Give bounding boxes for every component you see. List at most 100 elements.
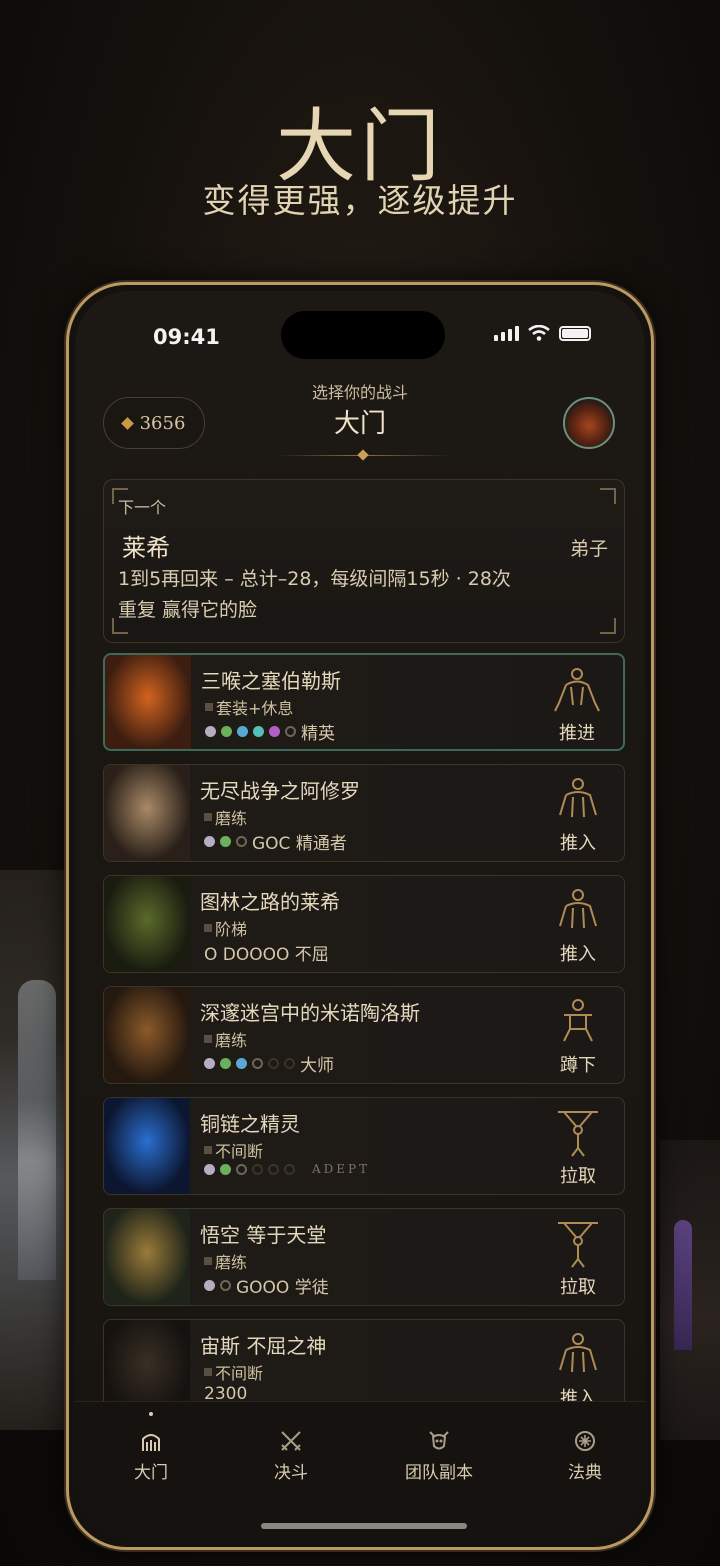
progress-gem-icon — [285, 726, 296, 737]
boss-rank-label: 精英 — [301, 724, 335, 744]
boss-tag: 不间断 — [204, 1138, 263, 1162]
progress-gem-icon — [236, 1058, 247, 1069]
boss-tag: 阶梯 — [204, 916, 247, 940]
tab-gate[interactable]: 大门 — [101, 1412, 201, 1483]
boss-tag-label: 阶梯 — [215, 920, 248, 939]
tag-icon — [204, 1368, 212, 1376]
tab-bar: 大门 决斗 团队副本 法典 — [75, 1401, 645, 1541]
boss-row[interactable]: 铜链之精灵 不间断 ADEPT 拉取 — [103, 1097, 625, 1195]
boss-name: 深邃迷宫中的米诺陶洛斯 — [200, 1001, 420, 1025]
boss-tag-label: 磨练 — [215, 1253, 248, 1272]
tab-label: 团队副本 — [405, 1463, 473, 1483]
title-ornament — [275, 449, 451, 463]
progress-gem-icon — [253, 726, 264, 737]
boss-rank-label: GOC 精通者 — [252, 834, 347, 854]
boss-row[interactable]: 深邃迷宫中的米诺陶洛斯磨练大师 蹲下 — [103, 986, 625, 1084]
boss-tag-label: 磨练 — [215, 1031, 248, 1050]
gate-icon — [101, 1426, 201, 1456]
tab-codex[interactable]: 法典 — [535, 1426, 635, 1483]
progress-gem-icon — [237, 726, 248, 737]
boss-action-label: 蹲下 — [560, 1055, 596, 1076]
boss-meta: O DOOOO 不屈 — [204, 940, 329, 965]
boss-portrait — [104, 1098, 190, 1194]
boss-list: 三喉之塞伯勒斯 套装+休息 精英 推进 无尽战争之阿修罗 磨练 GOC 精通者 推入 图林之路的… — [103, 653, 625, 1430]
progress-gem-icon — [284, 1163, 295, 1175]
progress-gem-icon — [204, 1058, 215, 1069]
status-icons — [494, 325, 591, 341]
boss-action-label: 推入 — [560, 944, 596, 965]
boss-name: 铜链之精灵 — [200, 1112, 300, 1136]
home-indicator — [261, 1523, 467, 1529]
boss-portrait — [104, 765, 190, 861]
next-description: 1到5再回来 – 总计–28，每级间隔15秒 · 28次重复 赢得它的脸 — [118, 568, 511, 621]
exercise-figure-icon — [552, 775, 604, 825]
progress-gem-icon — [268, 1163, 279, 1175]
progress-gem-icon — [252, 1163, 263, 1175]
progress-gem-icon — [269, 726, 280, 737]
selected-indicator — [149, 1412, 153, 1416]
next-boss-name: 莱希 — [122, 534, 170, 562]
progress-gem-icon — [205, 726, 216, 737]
boss-rank-label: 大师 — [300, 1056, 334, 1076]
battery-icon — [559, 325, 591, 341]
boss-tag: 不间断 — [204, 1360, 263, 1384]
background-ruins-right — [660, 1140, 720, 1440]
tag-icon — [205, 703, 213, 711]
boss-tag: 磨练 — [204, 805, 247, 829]
app-screen: 09:41 3656 选择你的战斗 大门 下一个 莱希 弟子 1到5再回来 – … — [75, 291, 645, 1541]
tab-crossed-swords[interactable]: 决斗 — [241, 1426, 341, 1483]
avatar[interactable] — [563, 397, 615, 449]
codex-icon — [535, 1426, 635, 1456]
header-kicker: 选择你的战斗 — [311, 383, 408, 402]
boss-row[interactable]: 图林之路的莱希 阶梯 O DOOOO 不屈 推入 — [103, 875, 625, 973]
boss-tag-label: 磨练 — [215, 809, 248, 828]
corner-ornament — [600, 618, 616, 634]
tab-label: 法典 — [568, 1463, 602, 1483]
demon-mask-icon — [389, 1426, 489, 1456]
progress-gem-icon — [204, 1280, 215, 1291]
boss-row[interactable]: 悟空 等于天堂磨练 GOOO 学徒 拉取 — [103, 1208, 625, 1306]
crossed-swords-icon — [241, 1426, 341, 1456]
signal-icon — [494, 325, 519, 341]
boss-row[interactable]: 无尽战争之阿修罗 磨练 GOC 精通者 推入 — [103, 764, 625, 862]
progress-gem-icon — [220, 1163, 231, 1175]
progress-gem-icon — [252, 1058, 263, 1069]
boss-rank-label: ADEPT — [312, 1162, 371, 1176]
exercise-figure-icon — [552, 997, 604, 1047]
boss-name: 无尽战争之阿修罗 — [200, 779, 360, 803]
progress-gem-icon — [220, 836, 231, 847]
tag-icon — [204, 813, 212, 821]
progress-gem-icon — [284, 1058, 295, 1069]
boss-name: 宙斯 不屈之神 — [200, 1334, 327, 1358]
next-boss-rank: 弟子 — [569, 538, 608, 560]
boss-meta: 大师 — [204, 1051, 334, 1076]
boss-action-label: 拉取 — [560, 1166, 596, 1187]
next-label: 下一个 — [118, 498, 167, 517]
boss-action-label: 拉取 — [560, 1277, 596, 1298]
boss-portrait — [104, 1209, 190, 1305]
page-title: 大门 — [333, 409, 386, 439]
boss-tag-label: 不间断 — [215, 1364, 264, 1383]
tab-demon-mask[interactable]: 团队副本 — [389, 1426, 489, 1483]
progress-gem-icon — [220, 1280, 231, 1291]
boss-name: 悟空 等于天堂 — [200, 1223, 327, 1247]
boss-portrait — [104, 987, 190, 1083]
progress-gem-icon — [221, 726, 232, 737]
exercise-figure-icon — [551, 665, 603, 715]
boss-meta: ADEPT — [204, 1162, 370, 1176]
boss-row[interactable]: 三喉之塞伯勒斯 套装+休息 精英 推进 — [103, 653, 625, 751]
boss-tag: 套装+休息 — [205, 695, 293, 719]
exercise-figure-icon — [552, 1330, 604, 1380]
next-challenge-card[interactable]: 下一个 莱希 弟子 1到5再回来 – 总计–28，每级间隔15秒 · 28次重复… — [103, 479, 625, 643]
progress-gem-icon — [220, 1058, 231, 1069]
boss-rank-label: GOOO 学徒 — [236, 1278, 329, 1298]
exercise-figure-icon — [552, 1108, 604, 1158]
boss-meta: 精英 — [205, 719, 335, 744]
corner-ornament — [600, 488, 616, 504]
boss-name: 三喉之塞伯勒斯 — [201, 669, 341, 693]
promo-subtitle: 变得更强，逐级提升 — [202, 181, 518, 220]
progress-gem-icon — [236, 836, 247, 847]
exercise-figure-icon — [552, 1219, 604, 1269]
progress-gem-icon — [268, 1058, 279, 1069]
boss-action-label: 推进 — [559, 723, 595, 744]
